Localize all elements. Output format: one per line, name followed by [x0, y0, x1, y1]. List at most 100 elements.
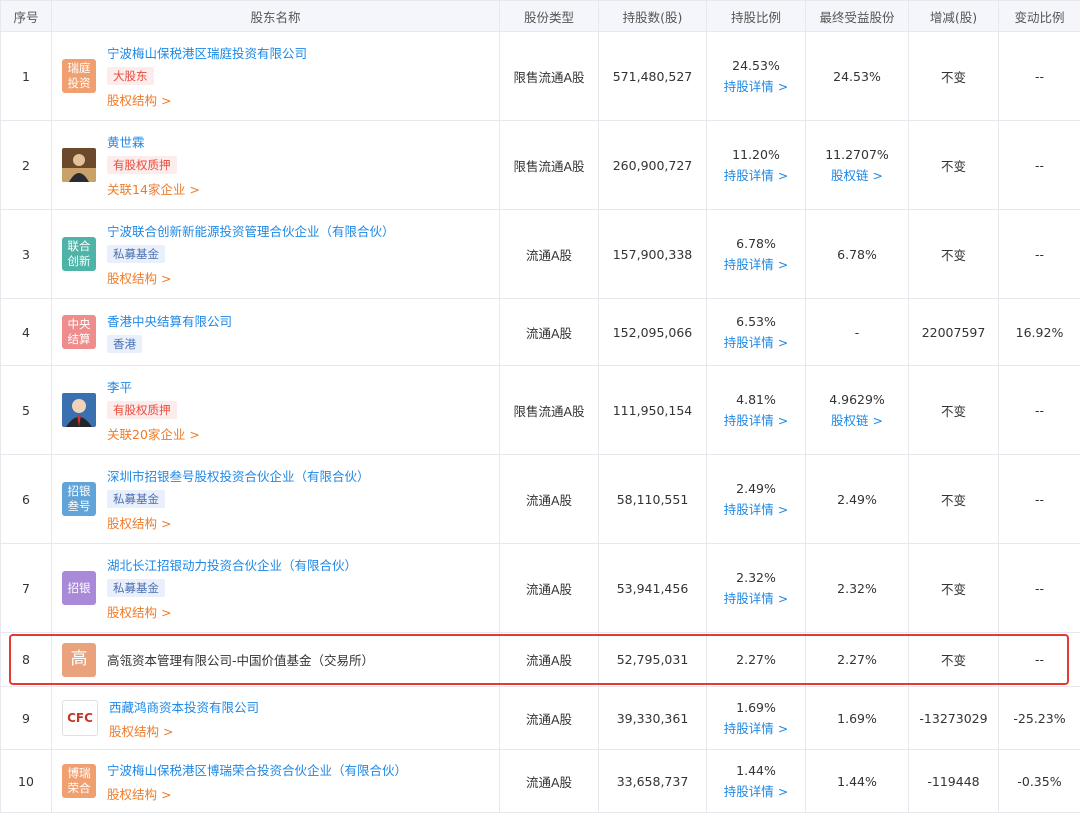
equity-structure-link[interactable]: 股权结构 > — [109, 721, 259, 740]
shareholder-name-link[interactable]: 黄世霖 — [107, 132, 200, 151]
table-row: 3 联合创新 宁波联合创新新能源投资管理合伙企业（有限合伙） 私募基金 股权结构 > … — [0, 209, 1080, 299]
holding-detail-link[interactable]: 持股详情 > — [724, 588, 788, 607]
change-amount: 不变 — [908, 31, 999, 121]
final-beneficial-value: 24.53% — [833, 68, 881, 84]
shareholder-cell: CFC 西藏鸿商资本投资有限公司 股权结构 > — [51, 686, 500, 750]
shares-held: 58,110,551 — [598, 454, 707, 544]
holding-detail-link[interactable]: 持股详情 > — [724, 332, 788, 351]
holding-detail-link[interactable]: 持股详情 > — [724, 781, 788, 800]
shareholder-cell: 招银 湖北长江招银动力投资合伙企业（有限合伙） 私募基金 股权结构 > — [51, 543, 500, 633]
row-index: 1 — [0, 31, 52, 121]
share-type: 流通A股 — [499, 632, 599, 687]
equity-structure-link[interactable]: 关联20家企业 > — [107, 424, 200, 443]
holding-ratio-cell: 24.53% 持股详情 > — [706, 31, 806, 121]
change-ratio: -- — [998, 209, 1080, 299]
final-beneficial-cell: 6.78% — [805, 209, 909, 299]
holding-detail-link[interactable]: 持股详情 > — [724, 254, 788, 273]
shareholder-cell: 中央结算 香港中央结算有限公司 香港 — [51, 298, 500, 366]
holding-ratio-cell: 2.49% 持股详情 > — [706, 454, 806, 544]
final-beneficial-value: 2.49% — [837, 491, 877, 507]
shareholder-name-link[interactable]: 宁波梅山保税港区博瑞荣合投资合伙企业（有限合伙） — [107, 760, 407, 779]
final-beneficial-value: 4.9629% — [829, 391, 885, 407]
shares-held: 157,900,338 — [598, 209, 707, 299]
final-beneficial-value: 1.44% — [837, 773, 877, 789]
equity-structure-link[interactable]: 股权结构 > — [107, 268, 395, 287]
avatar[interactable] — [62, 393, 96, 427]
company-logo: 中央结算 — [62, 315, 96, 349]
shareholder-name-link[interactable]: 宁波梅山保税港区瑞庭投资有限公司 — [107, 43, 307, 62]
final-beneficial-value: 2.27% — [837, 652, 877, 667]
equity-structure-link[interactable]: 股权结构 > — [107, 90, 307, 109]
holding-ratio-cell: 6.78% 持股详情 > — [706, 209, 806, 299]
shares-held: 39,330,361 — [598, 686, 707, 750]
change-ratio: -- — [998, 120, 1080, 210]
row-index: 3 — [0, 209, 52, 299]
holding-ratio-value: 6.53% — [736, 313, 776, 329]
change-amount: 不变 — [908, 632, 999, 687]
holding-detail-link[interactable]: 持股详情 > — [724, 499, 788, 518]
header-share-type: 股份类型 — [499, 0, 599, 32]
shareholder-cell: 高高瓴资本管理有限公司-中国价值基金（交易所） — [51, 632, 500, 687]
company-logo: 联合创新 — [62, 237, 96, 271]
company-logo: CFC — [62, 700, 98, 736]
equity-structure-link[interactable]: 股权结构 > — [107, 513, 370, 532]
holding-ratio-cell: 1.69% 持股详情 > — [706, 686, 806, 750]
shares-held: 33,658,737 — [598, 749, 707, 813]
table-row: 5 李平 有股权质押 关联20家企业 > 限售流通A股 111,950,154 4.… — [0, 365, 1080, 455]
final-beneficial-cell: 11.2707% 股权链 > — [805, 120, 909, 210]
equity-chain-link[interactable]: 股权链 > — [831, 410, 883, 429]
shareholder-name-link[interactable]: 西藏鸿商资本投资有限公司 — [109, 697, 259, 716]
table-row: 1 瑞庭投资 宁波梅山保税港区瑞庭投资有限公司 大股东 股权结构 > 限售流通A股 5… — [0, 31, 1080, 121]
final-beneficial-cell: - — [805, 298, 909, 366]
company-logo: 招银叁号 — [62, 482, 96, 516]
shareholder-cell: 联合创新 宁波联合创新新能源投资管理合伙企业（有限合伙） 私募基金股权结构 > — [51, 209, 500, 299]
shares-held: 260,900,727 — [598, 120, 707, 210]
table-header-row: 序号 股东名称 股份类型 持股数(股) 持股比例 最终受益股份 增减(股) 变动… — [0, 0, 1080, 32]
shareholder-cell: 瑞庭投资 宁波梅山保税港区瑞庭投资有限公司 大股东 股权结构 > — [51, 31, 500, 121]
holding-ratio-cell: 6.53% 持股详情 > — [706, 298, 806, 366]
header-shares-held: 持股数(股) — [598, 0, 707, 32]
holding-ratio-value: 4.81% — [736, 391, 776, 407]
shareholder-name-link[interactable]: 深圳市招银叁号股权投资合伙企业（有限合伙） — [107, 466, 370, 485]
shareholder-tag: 香港 — [107, 335, 142, 353]
holding-ratio-cell: 1.44% 持股详情 > — [706, 749, 806, 813]
share-type: 流通A股 — [499, 543, 599, 633]
holding-ratio-cell: 4.81% 持股详情 > — [706, 365, 806, 455]
avatar[interactable] — [62, 148, 96, 182]
final-beneficial-cell: 2.49% — [805, 454, 909, 544]
header-holding-ratio: 持股比例 — [706, 0, 806, 32]
equity-chain-link[interactable]: 股权链 > — [831, 165, 883, 184]
equity-structure-link[interactable]: 股权结构 > — [107, 784, 407, 803]
equity-structure-link[interactable]: 股权结构 > — [107, 602, 357, 621]
holding-detail-link[interactable]: 持股详情 > — [724, 718, 788, 737]
holding-detail-link[interactable]: 持股详情 > — [724, 76, 788, 95]
final-beneficial-cell: 2.27% — [805, 632, 909, 687]
row-index: 4 — [0, 298, 52, 366]
shareholder-cell: 招银叁号 深圳市招银叁号股权投资合伙企业（有限合伙） 私募基金股权结构 > — [51, 454, 500, 544]
shareholder-name-link[interactable]: 李平 — [107, 377, 200, 396]
shareholder-name-link: 高瓴资本管理有限公司-中国价值基金（交易所） — [107, 653, 375, 668]
final-beneficial-value: 6.78% — [837, 246, 877, 262]
shareholder-tag: 私募基金 — [107, 579, 165, 597]
row-index: 5 — [0, 365, 52, 455]
header-change: 增减(股) — [908, 0, 999, 32]
equity-structure-link[interactable]: 关联14家企业 > — [107, 179, 200, 198]
row-index: 9 — [0, 686, 52, 750]
shareholder-tag: 有股权质押 — [107, 156, 177, 174]
share-type: 流通A股 — [499, 209, 599, 299]
row-index: 8 — [0, 632, 52, 687]
shareholder-name-link[interactable]: 香港中央结算有限公司 — [107, 311, 232, 330]
holding-detail-link[interactable]: 持股详情 > — [724, 165, 788, 184]
row-index: 6 — [0, 454, 52, 544]
row-index: 7 — [0, 543, 52, 633]
final-beneficial-cell: 1.44% — [805, 749, 909, 813]
change-amount: -13273029 — [908, 686, 999, 750]
shareholder-name-link[interactable]: 宁波联合创新新能源投资管理合伙企业（有限合伙） — [107, 221, 395, 240]
shareholder-tag: 私募基金 — [107, 490, 165, 508]
table-row: 2 黄世霖 有股权质押 关联14家企业 > 限售流通A股 260,900,727 1… — [0, 120, 1080, 210]
share-type: 流通A股 — [499, 298, 599, 366]
holding-detail-link[interactable]: 持股详情 > — [724, 410, 788, 429]
shareholder-name-link[interactable]: 湖北长江招银动力投资合伙企业（有限合伙） — [107, 555, 357, 574]
shareholder-tag: 私募基金 — [107, 245, 165, 263]
change-ratio: -- — [998, 365, 1080, 455]
